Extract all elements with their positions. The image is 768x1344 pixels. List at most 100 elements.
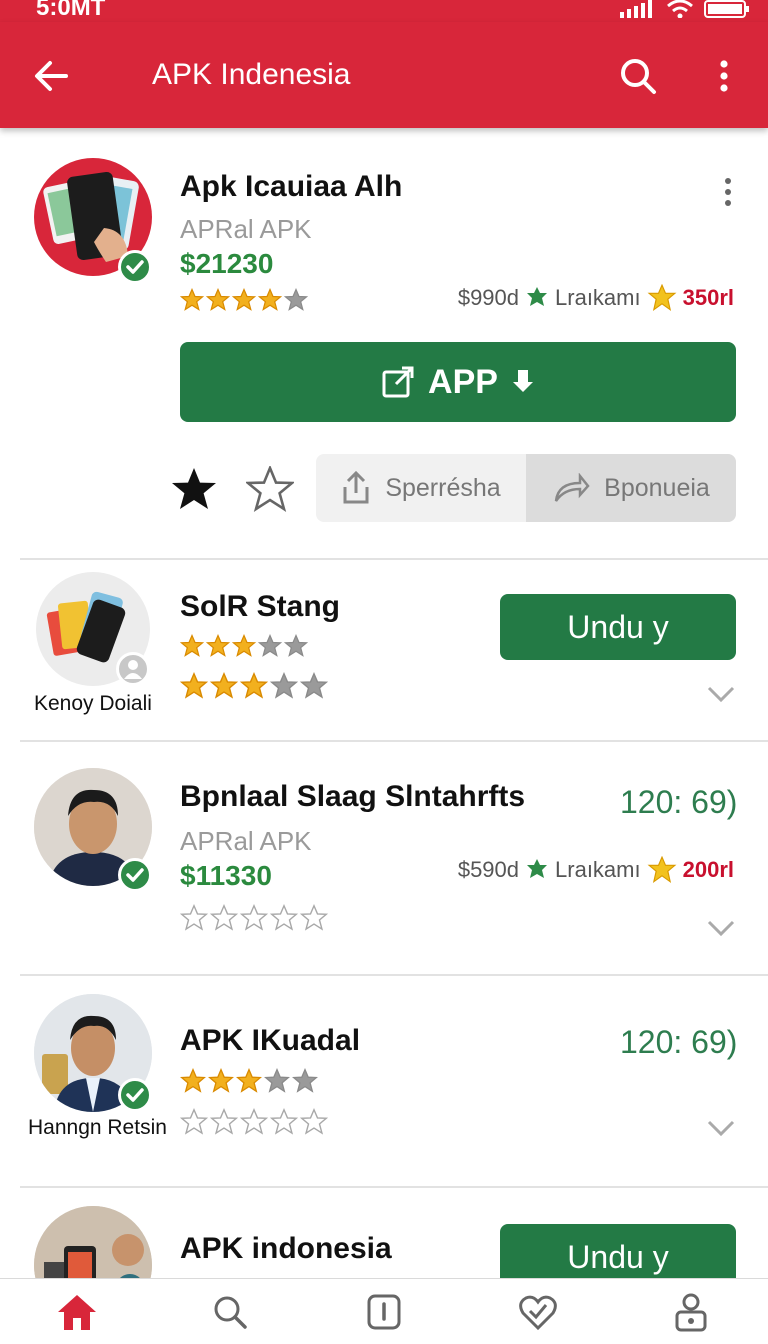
meta-tag: Lraıkamı: [555, 857, 641, 882]
app-primary-button[interactable]: APP: [180, 342, 736, 422]
star-empty-icon: [270, 904, 298, 931]
meta-price: $990d: [457, 285, 520, 310]
gold-star-icon: [647, 856, 677, 884]
star-filled-icon[interactable]: [170, 466, 218, 512]
app-name: Bpnlaal Slaag Slntahrfts: [180, 780, 526, 813]
star-filled-icon: [210, 672, 238, 699]
rating-stars: [180, 634, 308, 658]
star-empty-icon: [300, 672, 328, 699]
star-empty-icon: [258, 634, 282, 657]
star-empty-icon: [180, 1108, 208, 1135]
status-time: 5:0MT: [36, 0, 106, 21]
star-empty-icon: [300, 904, 328, 931]
rating-stars: [180, 904, 328, 932]
forward-label: Bponueia: [604, 473, 710, 502]
star-empty-icon: [270, 1108, 298, 1135]
star-outline-icon[interactable]: [246, 466, 294, 512]
forward-icon: [554, 473, 590, 502]
share-button[interactable]: Sperrésha: [316, 454, 526, 522]
more-vert-icon[interactable]: [712, 58, 736, 98]
nav-home[interactable]: [55, 1290, 99, 1334]
download-icon: [512, 370, 533, 392]
lock-user-icon: [675, 1293, 707, 1331]
info-icon: [367, 1294, 401, 1329]
chevron-down-icon[interactable]: [706, 1118, 736, 1138]
rating-stars: [180, 288, 308, 312]
download-count: 120: 69): [620, 1024, 738, 1060]
page-title: APK Indenesia: [152, 58, 351, 91]
signal-icon: [620, 0, 652, 18]
home-icon: [57, 1294, 96, 1330]
download-label: Undu y: [567, 608, 669, 645]
developer-caption: Hanngn Retsin: [28, 1116, 167, 1139]
star-filled-icon: [180, 288, 204, 311]
divider: [20, 1186, 768, 1188]
star-filled-icon: [240, 672, 268, 699]
star-filled-icon: [206, 634, 230, 657]
app-icon: [34, 1206, 152, 1278]
star-empty-icon: [180, 904, 208, 931]
chevron-down-icon[interactable]: [706, 918, 736, 938]
star-filled-icon: [258, 288, 282, 311]
star-empty-icon: [240, 904, 268, 931]
heart-check-icon: [518, 1295, 557, 1330]
app-subtitle: APRal APK: [180, 214, 312, 244]
nav-search[interactable]: [208, 1290, 252, 1334]
app-list: Apk Icauiaa Alh APRal APK $21230 $990d L…: [0, 128, 768, 1278]
star-filled-icon: [206, 288, 230, 311]
star-empty-icon: [210, 904, 238, 931]
status-icons: [620, 0, 750, 18]
divider: [20, 740, 768, 742]
chevron-down-icon[interactable]: [706, 684, 736, 704]
divider: [20, 558, 768, 560]
star-filled-icon: [180, 634, 204, 657]
star-filled-icon: [232, 634, 256, 657]
user-badge-icon: [116, 652, 150, 686]
battery-icon: [704, 0, 749, 18]
verified-check-icon: [118, 858, 152, 892]
forward-button[interactable]: Bponueia: [526, 454, 736, 522]
gold-star-icon: [647, 284, 677, 312]
action-segment: Sperrésha Bponueia: [316, 454, 736, 522]
badge-star-icon: [527, 287, 548, 306]
search-icon[interactable]: [618, 56, 658, 96]
more-vert-icon[interactable]: [716, 176, 740, 208]
verified-check-icon: [118, 250, 152, 284]
star-filled-icon: [180, 1068, 206, 1093]
app-meta: $590d Lraıkamı 200rl: [458, 856, 734, 884]
app-subtitle: APRal APK: [180, 826, 312, 856]
download-button[interactable]: Undu y: [500, 594, 736, 660]
share-icon: [343, 471, 369, 504]
star-empty-icon: [210, 1108, 238, 1135]
download-label: Undu y: [567, 1238, 669, 1275]
nav-favorites[interactable]: [516, 1290, 560, 1334]
rating-stars: [180, 1068, 318, 1094]
download-button[interactable]: Undu y: [500, 1224, 736, 1278]
star-filled-icon: [232, 288, 256, 311]
nav-info[interactable]: [362, 1290, 406, 1334]
star-filled-icon: [208, 1068, 234, 1093]
nav-account[interactable]: [669, 1290, 713, 1334]
badge-star-icon: [527, 859, 548, 878]
bottom-navigation: [0, 1278, 768, 1344]
rating-stars: [180, 672, 328, 700]
people-photo: [34, 1206, 152, 1278]
meta-count: 350rl: [682, 285, 734, 310]
star-filled-icon: [180, 672, 208, 699]
star-empty-icon: [284, 288, 308, 311]
app-bar: APK Indenesia: [0, 22, 768, 128]
primary-button-label: APP: [428, 362, 498, 401]
verified-check-icon: [118, 1078, 152, 1112]
star-filled-icon: [236, 1068, 262, 1093]
rating-stars: [180, 1108, 328, 1136]
share-label: Sperrésha: [385, 473, 501, 502]
app-name[interactable]: Apk Icauiaa Alh: [180, 170, 402, 204]
wifi-icon: [667, 0, 693, 18]
app-meta: $990d Lraıkamı 350rl: [458, 284, 734, 312]
download-count: 120: 69): [620, 784, 738, 820]
star-empty-icon: [270, 672, 298, 699]
arrow-left-icon[interactable]: [32, 56, 72, 96]
developer-caption: Kenoy Doiali: [34, 692, 152, 715]
app-name: SolR Stang: [180, 590, 341, 623]
meta-count: 200rl: [682, 857, 734, 882]
